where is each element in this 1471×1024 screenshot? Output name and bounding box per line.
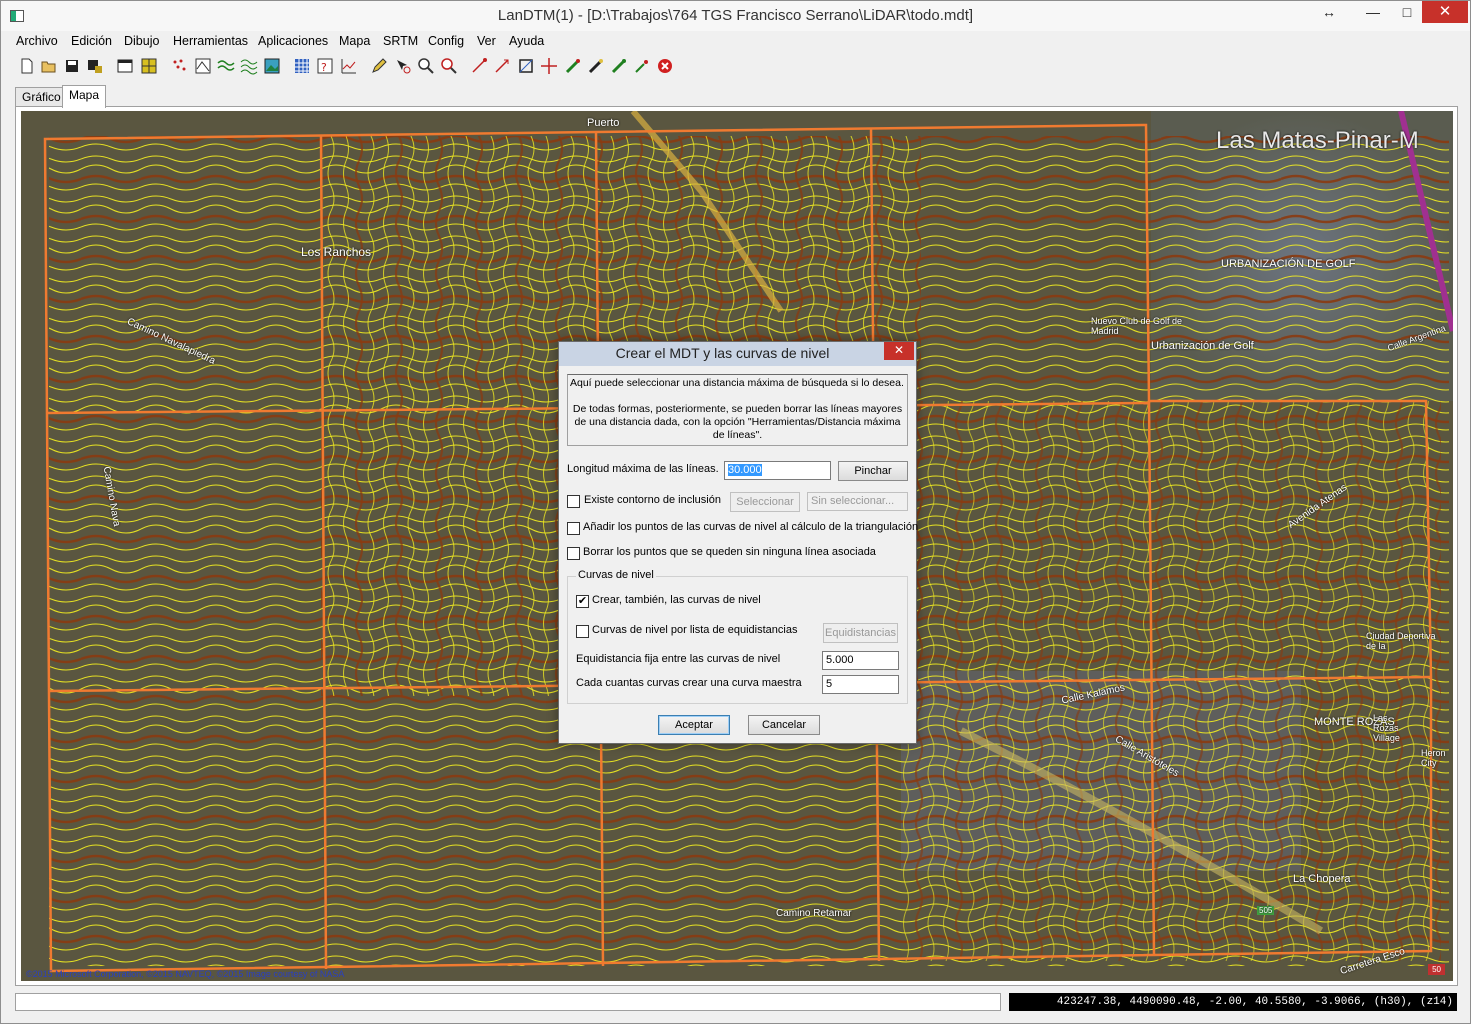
- zoom-in-icon[interactable]: [417, 57, 435, 75]
- status-bar: 423247.38, 4490090.48, -2.00, 40.5580, -…: [1, 991, 1470, 1013]
- menu-dibujo[interactable]: Dibujo: [124, 34, 159, 48]
- picker-icon[interactable]: [633, 57, 651, 75]
- max-length-value: 30.000: [728, 464, 762, 476]
- save-as-icon[interactable]: [86, 57, 104, 75]
- coordinates-readout: 423247.38, 4490090.48, -2.00, 40.5580, -…: [1009, 993, 1457, 1011]
- create-mdt-dialog: Crear el MDT y las curvas de nivel ✕ Aqu…: [558, 341, 919, 744]
- menu-bar: Archivo Edición Dibujo Herramientas Apli…: [1, 31, 1470, 53]
- menu-herramientas[interactable]: Herramientas: [173, 34, 248, 48]
- label-las-matas: Las Matas-Pinar-M: [1216, 127, 1419, 154]
- info-line-1: Aquí puede seleccionar una distancia máx…: [570, 377, 904, 389]
- scale-badge: 50: [1428, 964, 1445, 975]
- pinchar-button[interactable]: Pinchar: [838, 461, 908, 481]
- label-camino-retamar: Camino Retamar: [776, 908, 852, 919]
- brush-alt-icon[interactable]: [587, 57, 605, 75]
- close-button[interactable]: ✕: [1422, 1, 1468, 23]
- toolbar: ?: [1, 54, 1470, 80]
- maestra-label: Cada cuantas curvas crear una curva maes…: [576, 677, 802, 689]
- profile-icon[interactable]: [340, 57, 358, 75]
- crosshair-icon[interactable]: [540, 57, 558, 75]
- menu-archivo[interactable]: Archivo: [16, 34, 58, 48]
- save-icon[interactable]: [63, 57, 81, 75]
- borrar-checkbox[interactable]: [567, 547, 580, 560]
- menu-config[interactable]: Config: [428, 34, 464, 48]
- contour-alt-icon[interactable]: [240, 57, 258, 75]
- table-grid-icon[interactable]: [293, 57, 311, 75]
- new-file-icon[interactable]: [18, 57, 36, 75]
- arrow-icon[interactable]: [470, 57, 488, 75]
- label-puerto: Puerto: [587, 117, 620, 129]
- svg-text:?: ?: [321, 61, 327, 74]
- pencil-icon[interactable]: [370, 57, 388, 75]
- stop-icon[interactable]: [656, 57, 674, 75]
- window-title: LanDTM(1) - [D:\Trabajos\764 TGS Francis…: [497, 7, 974, 24]
- label-heron-city: Heron City: [1421, 748, 1446, 768]
- curvas-group-label: Curvas de nivel: [576, 569, 656, 581]
- grid-pattern-icon[interactable]: [140, 57, 158, 75]
- menu-edicion[interactable]: Edición: [71, 34, 112, 48]
- info-line-2: De todas formas, posteriormente, se pued…: [572, 403, 903, 441]
- minimize-button[interactable]: —: [1357, 1, 1389, 25]
- dialog-info-box: Aquí puede seleccionar una distancia máx…: [567, 374, 908, 446]
- label-nuevo-club: Nuevo Club de Golf de Madrid: [1091, 316, 1183, 336]
- label-urbanizacion-golf: URBANIZACIÓN DE GOLF: [1221, 258, 1356, 270]
- crear-curvas-checkbox[interactable]: ✔: [576, 595, 589, 608]
- menu-ver[interactable]: Ver: [477, 34, 496, 48]
- equidistancia-label: Equidistancia fija entre las curvas de n…: [576, 653, 781, 665]
- arrow-alt-icon[interactable]: [493, 57, 511, 75]
- label-las-rozas-village: Las Rozas Village: [1373, 713, 1400, 743]
- zoom-out-icon[interactable]: [440, 57, 458, 75]
- equidistancias-button[interactable]: Equidistancias: [823, 623, 898, 643]
- anadir-label: Añadir los puntos de las curvas de nivel…: [583, 521, 919, 533]
- menu-mapa[interactable]: Mapa: [339, 34, 370, 48]
- lista-equidistancias-checkbox[interactable]: [576, 625, 589, 638]
- map-copyright: ©2015 Microsoft Corporation, ©2015 NAVTE…: [26, 969, 345, 979]
- contorno-checkbox[interactable]: [567, 495, 580, 508]
- label-la-chopera: La Chopera: [1293, 873, 1351, 885]
- max-length-label: Longitud máxima de las líneas.: [567, 463, 719, 475]
- title-bar[interactable]: LanDTM(1) - [D:\Trabajos\764 TGS Francis…: [1, 1, 1470, 31]
- aceptar-button[interactable]: Aceptar: [658, 715, 730, 735]
- label-ciudad-deportiva: Ciudad Deportiva de la: [1366, 631, 1436, 651]
- maestra-input[interactable]: 5: [822, 675, 899, 694]
- cancelar-button[interactable]: Cancelar: [748, 715, 820, 735]
- crear-curvas-label: Crear, también, las curvas de nivel: [592, 594, 761, 606]
- equidistancia-input[interactable]: 5.000: [822, 651, 899, 670]
- menu-srtm[interactable]: SRTM: [383, 34, 418, 48]
- status-message: [15, 993, 1001, 1011]
- tab-grafico[interactable]: Gráfico: [15, 87, 68, 107]
- image-icon[interactable]: [263, 57, 281, 75]
- help-grid-icon[interactable]: ?: [316, 57, 334, 75]
- menu-ayuda[interactable]: Ayuda: [509, 34, 544, 48]
- contour-icon[interactable]: [217, 57, 235, 75]
- max-length-input[interactable]: 30.000: [724, 461, 831, 480]
- menu-aplicaciones[interactable]: Aplicaciones: [258, 34, 328, 48]
- dialog-title: Crear el MDT y las curvas de nivel: [615, 345, 830, 361]
- dialog-title-bar[interactable]: Crear el MDT y las curvas de nivel ✕: [559, 342, 916, 366]
- open-folder-icon[interactable]: [40, 57, 58, 75]
- label-los-ranchos: Los Ranchos: [301, 245, 372, 259]
- contorno-label: Existe contorno de inclusión: [584, 494, 721, 506]
- label-urbanizacion-golf-2: Urbanización de Golf: [1151, 340, 1254, 352]
- brush-icon[interactable]: [564, 57, 582, 75]
- paint-icon[interactable]: [610, 57, 628, 75]
- main-window: LanDTM(1) - [D:\Trabajos\764 TGS Francis…: [0, 0, 1471, 1024]
- dialog-close-button[interactable]: ✕: [884, 342, 914, 360]
- tab-mapa[interactable]: Mapa: [62, 85, 107, 108]
- maximize-button[interactable]: □: [1391, 1, 1423, 25]
- seleccionar-button[interactable]: Seleccionar: [730, 492, 800, 512]
- label-road-505: 505: [1257, 906, 1275, 915]
- window-icon[interactable]: [116, 57, 134, 75]
- scatter-icon[interactable]: [171, 57, 189, 75]
- borrar-label: Borrar los puntos que se queden sin ning…: [583, 546, 876, 558]
- anadir-checkbox[interactable]: [567, 522, 580, 535]
- lista-equidistancias-label: Curvas de nivel por lista de equidistanc…: [592, 624, 798, 636]
- crop-icon[interactable]: [517, 57, 535, 75]
- restore-size-icon[interactable]: ↔: [1313, 1, 1345, 25]
- select-icon[interactable]: [394, 57, 412, 75]
- contorno-selection-field[interactable]: Sin seleccionar...: [807, 492, 908, 511]
- map-tile-icon[interactable]: [194, 57, 212, 75]
